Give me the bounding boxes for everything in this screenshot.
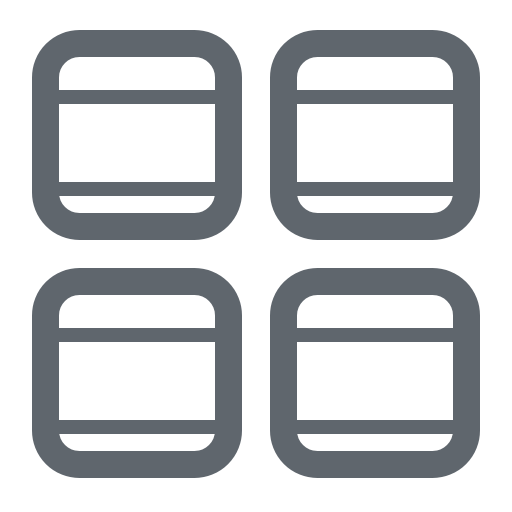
tile-bottom-right-lower-divider (283, 420, 467, 434)
tile-top-right-icon (270, 30, 480, 240)
tile-top-right-upper-divider (283, 90, 467, 104)
tile-bottom-right-icon (270, 268, 480, 478)
tile-top-left-upper-divider (45, 90, 229, 104)
tile-bottom-right-upper-divider (283, 328, 467, 342)
tile-bottom-left-icon (32, 268, 242, 478)
tile-bottom-left-lower-divider (45, 420, 229, 434)
tile-top-right-frame (270, 30, 480, 240)
tile-bottom-right-frame (270, 268, 480, 478)
tile-top-left-frame (32, 30, 242, 240)
tile-top-left-icon (32, 30, 242, 240)
icon-canvas (0, 0, 512, 512)
tile-top-right-lower-divider (283, 182, 467, 196)
tile-top-left-lower-divider (45, 182, 229, 196)
tile-bottom-left-upper-divider (45, 328, 229, 342)
grid-view-icon (32, 30, 480, 478)
tile-bottom-left-frame (32, 268, 242, 478)
